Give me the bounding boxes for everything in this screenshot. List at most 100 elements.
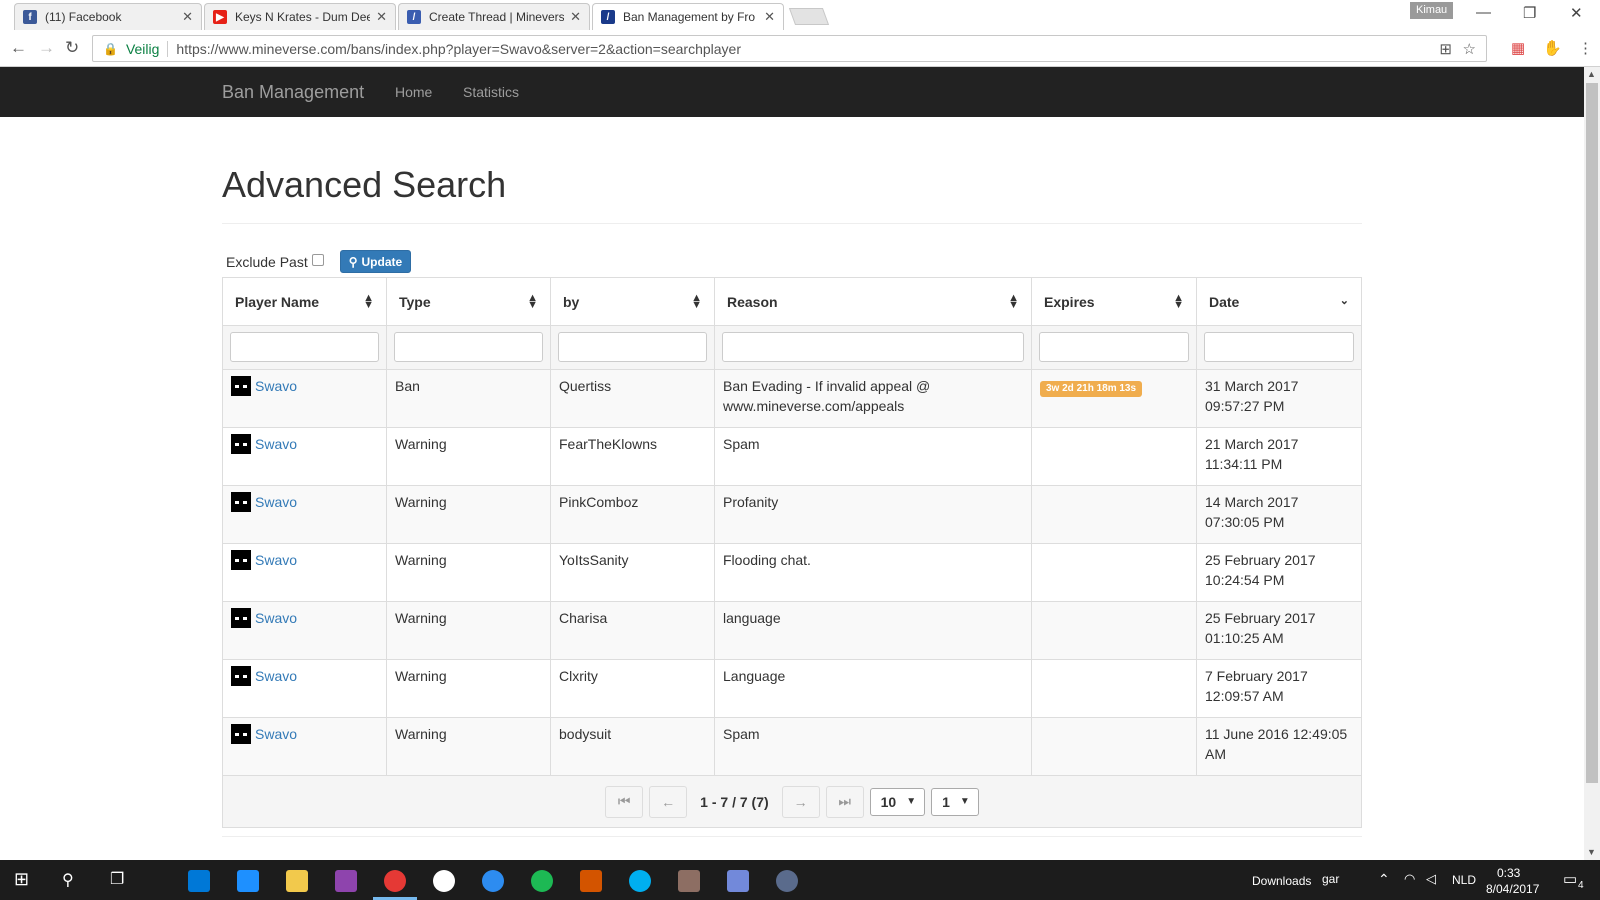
filter-reason-input[interactable]: [722, 332, 1024, 362]
wifi-icon[interactable]: ◠: [1404, 871, 1415, 887]
hp-icon[interactable]: [433, 870, 455, 892]
app-icon[interactable]: [482, 870, 504, 892]
player-link[interactable]: Swavo: [255, 724, 297, 744]
downloads-toolbar[interactable]: Downloads: [1252, 874, 1311, 888]
bookmark-star-icon[interactable]: ☆: [1463, 40, 1476, 58]
scroll-down-icon[interactable]: ▼: [1587, 847, 1596, 857]
paint-icon[interactable]: [335, 870, 357, 892]
page-select[interactable]: 1 ▼: [931, 787, 979, 816]
column-date[interactable]: Date ⌄: [1197, 278, 1361, 325]
edge-icon[interactable]: [237, 870, 259, 892]
column-type[interactable]: Type ▲ ▼: [387, 278, 551, 325]
filter-expires-input[interactable]: [1039, 332, 1189, 362]
browser-toolbar: ← → ↻ 🔒 Veilig https://www.mineverse.com…: [0, 30, 1600, 67]
column-reason[interactable]: Reason ▲ ▼: [715, 278, 1032, 325]
page-scrollbar[interactable]: ▲ ▼: [1584, 67, 1600, 860]
type-cell: Warning: [387, 718, 551, 775]
table-row: Swavo Warning FearTheKlowns Spam 21 March 20…: [223, 428, 1361, 486]
app-icon[interactable]: [580, 870, 602, 892]
notifications-icon[interactable]: ▭: [1563, 870, 1577, 888]
date-cell: 25 February 2017 01:10:25 AM: [1197, 602, 1361, 659]
tab-youtube[interactable]: ▶ Keys N Krates - Dum Dee ✕: [204, 3, 396, 30]
file-explorer-icon[interactable]: [286, 870, 308, 892]
nav-statistics[interactable]: Statistics: [463, 84, 519, 100]
skype-icon[interactable]: [629, 870, 651, 892]
close-icon[interactable]: ✕: [182, 9, 193, 25]
store-icon[interactable]: [188, 870, 210, 892]
column-by[interactable]: by ▲ ▼: [551, 278, 715, 325]
chrome-icon[interactable]: [384, 870, 406, 892]
by-cell: PinkComboz: [551, 486, 715, 543]
new-tab-button[interactable]: [788, 8, 830, 25]
exclude-past-checkbox[interactable]: [311, 253, 324, 266]
filter-by-input[interactable]: [558, 332, 707, 362]
last-page-icon[interactable]: ⏭: [825, 785, 864, 818]
nav-home[interactable]: Home: [395, 84, 432, 100]
extension-hand-icon[interactable]: ✋: [1543, 39, 1562, 57]
date-cell: 25 February 2017 10:24:54 PM: [1205, 552, 1316, 588]
filter-row: [223, 326, 1361, 370]
scrollbar-thumb[interactable]: [1586, 83, 1598, 783]
by-cell: YoItsSanity: [551, 544, 715, 601]
close-icon[interactable]: ✕: [376, 9, 387, 25]
restore-icon[interactable]: ❐: [1523, 4, 1536, 22]
player-link[interactable]: Swavo: [255, 376, 297, 396]
sort-icon: ▲ ▼: [691, 291, 702, 311]
volume-icon[interactable]: ◁: [1426, 871, 1436, 887]
language-indicator[interactable]: NLD: [1452, 873, 1476, 887]
prev-page-icon[interactable]: ←: [649, 785, 688, 818]
player-head-icon: [231, 492, 251, 512]
column-expires[interactable]: Expires ▲ ▼: [1032, 278, 1197, 325]
expires-cell: [1032, 544, 1197, 601]
close-icon[interactable]: ✕: [764, 9, 775, 25]
page-size-select[interactable]: 10 ▼: [869, 787, 926, 816]
filter-player-input[interactable]: [230, 332, 379, 362]
menu-dots-icon[interactable]: ⋮: [1578, 39, 1593, 57]
profile-button[interactable]: Kimau: [1410, 2, 1454, 19]
tab-create-thread[interactable]: / Create Thread | Minevers ✕: [398, 3, 590, 30]
first-page-icon[interactable]: ⏮: [605, 785, 644, 818]
minimize-icon[interactable]: —: [1476, 4, 1491, 21]
address-bar[interactable]: 🔒 Veilig https://www.mineverse.com/bans/…: [92, 35, 1487, 62]
table-body: Swavo Ban Quertiss Ban Evading - If invalid…: [223, 370, 1361, 776]
player-link[interactable]: Swavo: [255, 434, 297, 454]
forward-arrow-icon[interactable]: →: [38, 38, 55, 58]
task-view-icon[interactable]: ❐: [110, 869, 124, 889]
clock-date[interactable]: 8/04/2017: [1486, 882, 1539, 896]
tab-facebook[interactable]: f (11) Facebook ✕: [14, 3, 202, 30]
filter-date-input[interactable]: [1204, 332, 1354, 362]
extension-icon[interactable]: ▦: [1511, 39, 1525, 57]
url-text[interactable]: https://www.mineverse.com/bans/index.php…: [176, 41, 741, 57]
brand-link[interactable]: Ban Management: [222, 82, 364, 103]
column-player-name[interactable]: Player Name ▲ ▼: [223, 278, 387, 325]
player-link[interactable]: Swavo: [255, 550, 297, 570]
reason-cell: Spam: [715, 718, 1032, 775]
reason-cell: language: [715, 602, 1032, 659]
close-window-icon[interactable]: ✕: [1570, 4, 1583, 22]
steam-icon[interactable]: [776, 870, 798, 892]
reload-icon[interactable]: ↻: [65, 38, 79, 58]
table-row: Swavo Warning Clxrity Language 7 February 20…: [223, 660, 1361, 718]
pagination-info: 1 - 7 / 7 (7): [700, 793, 769, 810]
player-link[interactable]: Swavo: [255, 666, 297, 686]
tab-ban-management[interactable]: / Ban Management by Fro ✕: [592, 3, 784, 30]
chevron-up-icon[interactable]: ⌃: [1378, 871, 1390, 888]
minecraft-icon[interactable]: [678, 870, 700, 892]
translate-icon[interactable]: ⊞: [1439, 40, 1452, 58]
back-arrow-icon[interactable]: ←: [10, 38, 27, 58]
discord-icon[interactable]: [727, 870, 749, 892]
update-button[interactable]: ⚲ Update: [339, 250, 412, 273]
caret-down-icon: ▼: [906, 796, 917, 807]
folder-toolbar[interactable]: gar: [1322, 872, 1339, 886]
next-page-icon[interactable]: →: [781, 785, 820, 818]
scroll-up-icon[interactable]: ▲: [1587, 69, 1596, 79]
type-cell: Ban: [387, 370, 551, 427]
windows-start-icon[interactable]: ⊞: [14, 869, 29, 890]
filter-type-input[interactable]: [394, 332, 543, 362]
search-icon[interactable]: ⚲: [62, 870, 74, 890]
player-link[interactable]: Swavo: [255, 492, 297, 512]
spotify-icon[interactable]: [531, 870, 553, 892]
clock-time[interactable]: 0:33: [1497, 866, 1520, 880]
player-link[interactable]: Swavo: [255, 608, 297, 628]
close-icon[interactable]: ✕: [570, 9, 581, 25]
